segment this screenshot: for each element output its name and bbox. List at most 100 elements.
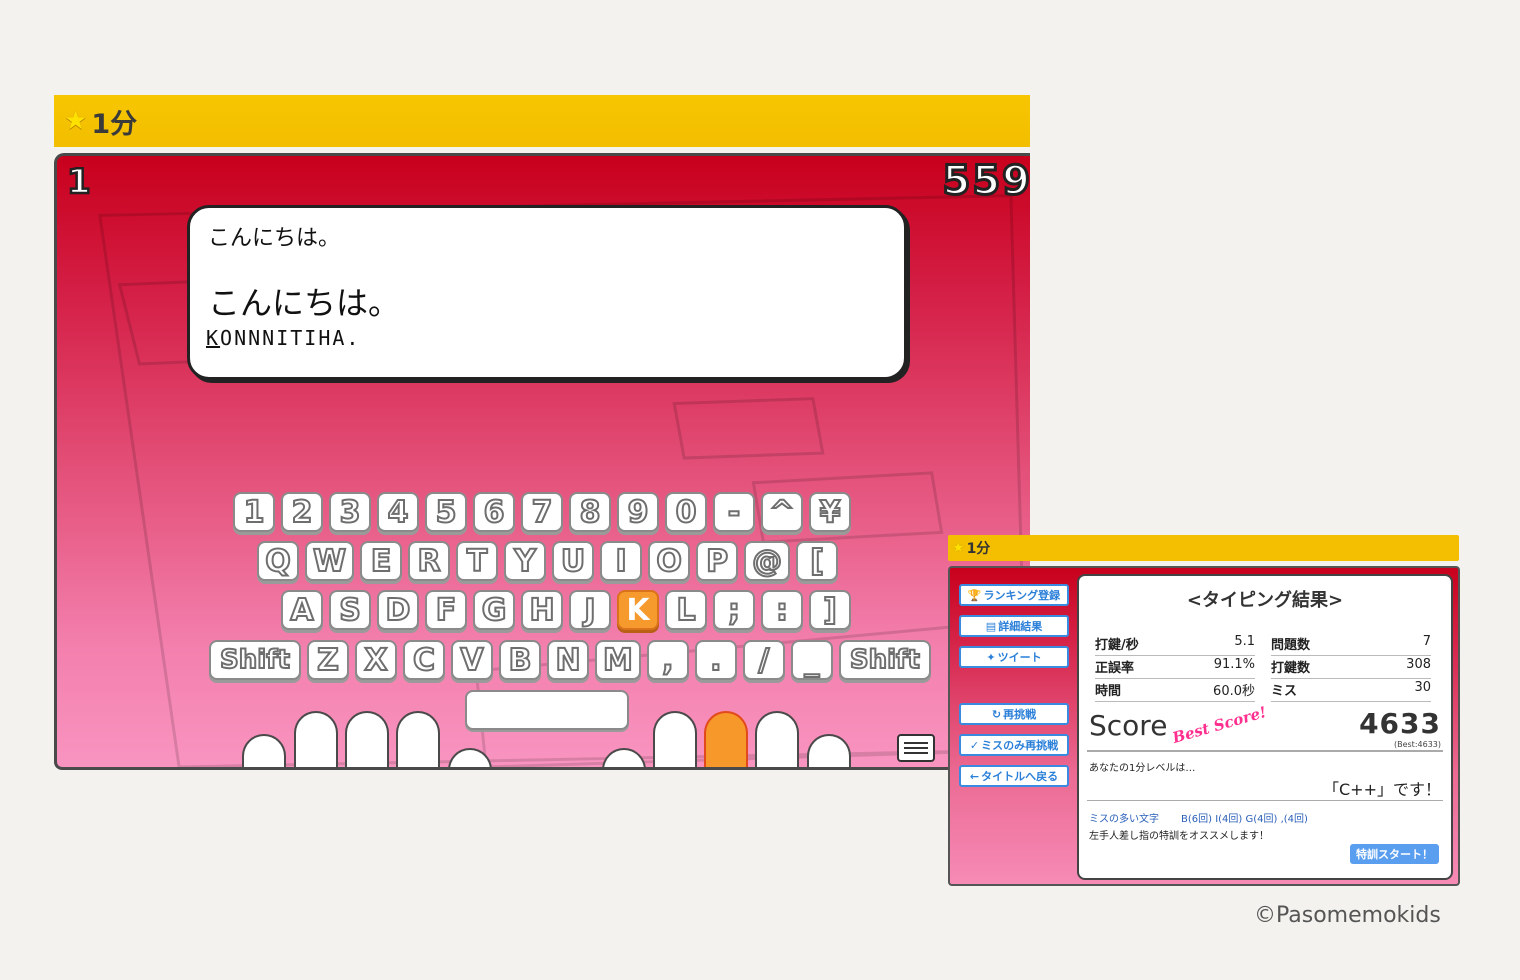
key-char: M <box>595 640 641 680</box>
key-char: 9 <box>617 492 659 532</box>
key-char: H <box>521 590 563 630</box>
prompt-big-text: こんにちは。 <box>208 284 401 322</box>
bird-icon: ✦ <box>986 650 996 664</box>
stat-label: 打鍵数 <box>1271 661 1311 676</box>
key-char: O <box>648 541 691 581</box>
key-char: D <box>377 590 419 630</box>
finger-left-index <box>396 711 440 767</box>
result-stage: 🏆 ランキング登録 ▤ 詳細結果 ✦ ツイート ↻ 再挑戦 ✓ ミスのみ再挑戦 ← タイトル… <box>948 566 1460 886</box>
question-counter: 1 <box>66 161 92 204</box>
score-label: Score <box>1089 709 1168 742</box>
space-key <box>465 690 629 730</box>
miss-chars-label: ミスの多い文字 <box>1089 814 1159 825</box>
key-char: T <box>456 541 499 581</box>
key-char: ] <box>809 590 851 630</box>
back-to-title-label: タイトルへ戻る <box>981 770 1059 783</box>
tweet-button[interactable]: ✦ ツイート <box>959 646 1069 668</box>
key-char: P <box>696 541 739 581</box>
miss-chars-value: B(6回) I(4回) G(4回) ,(4回) <box>1181 814 1308 825</box>
key-char: @ <box>744 541 791 581</box>
key-char: 0 <box>665 492 707 532</box>
romaji-current-char: K <box>206 326 221 350</box>
key-char: ; <box>713 590 755 630</box>
stat-label: 時間 <box>1095 684 1122 699</box>
current-score: 559 <box>941 157 1030 206</box>
key-char: : <box>761 590 803 630</box>
details-label: 詳細結果 <box>998 620 1043 633</box>
best-score-stamp: Best Score! <box>1170 703 1269 747</box>
finger-left-pinky <box>242 734 286 767</box>
key-char: A <box>281 590 323 630</box>
key-char: K <box>617 590 659 630</box>
result-score: 4633 <box>1359 707 1441 740</box>
key-shift: Shift <box>838 640 931 680</box>
key-char: J <box>569 590 611 630</box>
back-to-title-button[interactable]: ← タイトルへ戻る <box>959 765 1069 787</box>
result-title: 1分 <box>966 541 991 557</box>
key-char: 3 <box>329 492 371 532</box>
key-char: Y <box>504 541 547 581</box>
key-char: _ <box>790 640 833 680</box>
stat-keys-per-sec: 打鍵/秒 5.1 <box>1095 634 1255 656</box>
stat-questions: 問題数 7 <box>1271 634 1431 656</box>
retry-label: 再挑戦 <box>1003 708 1037 721</box>
key-char: U <box>552 541 595 581</box>
key-char: , <box>646 640 689 680</box>
key-char: 8 <box>569 492 611 532</box>
result-heading: <タイピング結果> <box>1186 590 1344 611</box>
check-icon: ✓ <box>969 738 980 752</box>
retry-miss-button[interactable]: ✓ ミスのみ再挑戦 <box>959 734 1069 756</box>
key-char: Q <box>257 541 299 581</box>
start-training-button[interactable]: 特訓スタート！ <box>1350 844 1439 864</box>
finger-left-middle <box>345 711 389 767</box>
advice-text: 左手人差し指の特訓をオススメします！ <box>1089 831 1269 842</box>
stat-miss: ミス 30 <box>1271 680 1431 702</box>
key-char: . <box>694 640 737 680</box>
key-char: E <box>360 541 403 581</box>
keyboard-row-numbers: 1 2 3 4 5 6 7 8 9 0- ^ ¥ <box>233 492 851 532</box>
star-icon: ★ <box>952 540 965 556</box>
retry-icon: ↻ <box>991 707 1002 721</box>
prompt-bubble: こんにちは。 こんにちは。 KONNNITIHA. <box>187 205 907 380</box>
key-char: ^ <box>761 492 803 532</box>
document-icon: ▤ <box>985 619 997 633</box>
key-char: N <box>547 640 589 680</box>
keyboard-row-qwerty: Q W E R T Y U I O P @[ <box>257 541 839 581</box>
stat-label: ミス <box>1271 684 1298 699</box>
main-title-bar: ★ 1分 <box>54 95 1030 147</box>
key-char: [ <box>796 541 839 581</box>
key-char: 4 <box>377 492 419 532</box>
retry-miss-label: ミスのみ再挑戦 <box>981 739 1059 752</box>
stat-time: 時間 60.0秒 <box>1095 680 1255 702</box>
finger-left-ring <box>294 711 338 767</box>
finger-right-index <box>653 711 697 767</box>
stat-label: 問題数 <box>1271 638 1311 653</box>
key-char: F <box>425 590 467 630</box>
key-char: / <box>742 640 785 680</box>
stat-value: 30 <box>1414 680 1431 695</box>
key-char: I <box>600 541 643 581</box>
ranking-register-label: ランキング登録 <box>983 589 1061 602</box>
result-title-bar: ★ 1分 <box>948 535 1459 561</box>
key-shift: Shift <box>209 640 301 680</box>
tweet-label: ツイート <box>997 651 1042 664</box>
retry-button[interactable]: ↻ 再挑戦 <box>959 703 1069 725</box>
key-char: B <box>499 640 541 680</box>
key-char: R <box>408 541 451 581</box>
ranking-register-button[interactable]: 🏆 ランキング登録 <box>959 584 1069 606</box>
keyboard-row-zxcv: Shift Z X C V B N M,. / _ Shift <box>209 640 931 680</box>
menu-icon[interactable] <box>897 734 935 762</box>
stat-keystrokes: 打鍵数 308 <box>1271 657 1431 679</box>
stat-label: 打鍵/秒 <box>1095 638 1139 653</box>
arrow-left-icon: ← <box>969 769 980 783</box>
key-char: 2 <box>281 492 323 532</box>
key-char: S <box>329 590 371 630</box>
key-char: 7 <box>521 492 563 532</box>
key-char: - <box>713 492 755 532</box>
best-score-value: (Best:4633) <box>1393 740 1441 749</box>
key-char: 5 <box>425 492 467 532</box>
key-char: L <box>665 590 707 630</box>
details-button[interactable]: ▤ 詳細結果 <box>959 615 1069 637</box>
keyboard-row-asdf: A S D F G H J K L;:] <box>281 590 851 630</box>
main-title: 1分 <box>91 108 138 140</box>
